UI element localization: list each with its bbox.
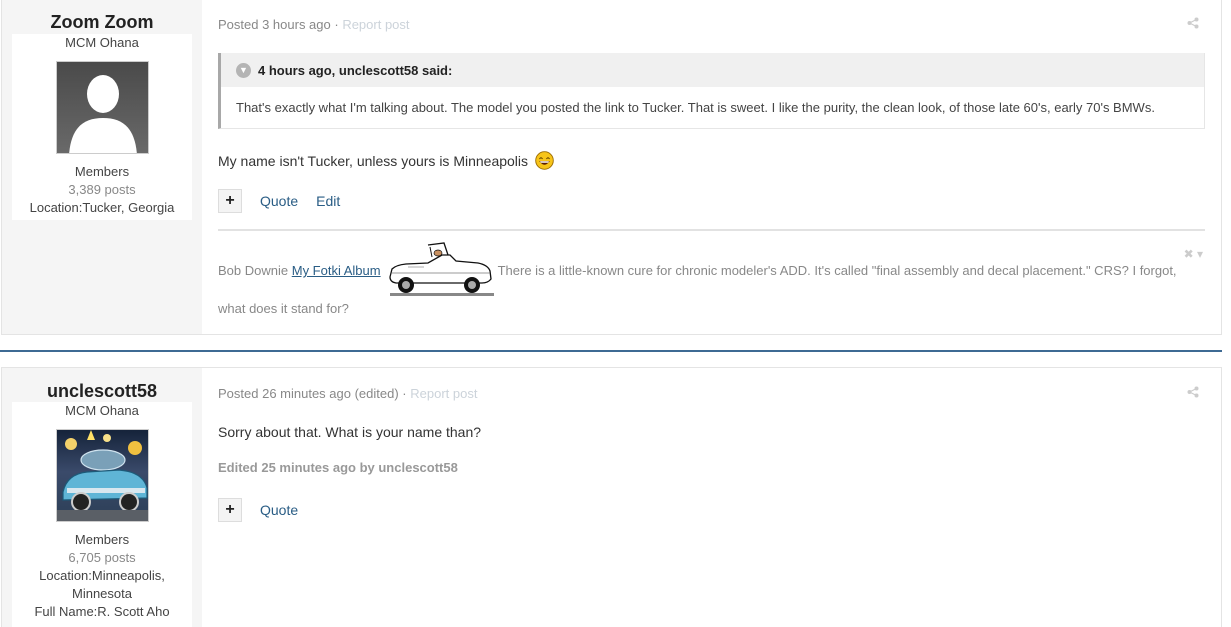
author-group-title: MCM Ohana [65, 35, 139, 50]
post-author-panel: Zoom Zoom MCM Ohana Members 3,389 posts … [2, 0, 202, 334]
post: unclescott58 MCM Ohana Members 6,705 pos… [1, 367, 1222, 627]
post-actions: + Quote [218, 498, 298, 522]
share-icon[interactable] [1187, 17, 1199, 29]
meta-separator: · [330, 17, 343, 32]
signature-text-line2: what does it stand for? [218, 301, 349, 316]
post-content: Posted 3 hours ago · Report post ▼ 4 hou… [218, 0, 1205, 334]
quote-button[interactable]: Quote [260, 502, 298, 518]
post-body: My name isn't Tucker, unless yours is Mi… [218, 151, 554, 170]
grinning-emoji-icon [535, 151, 554, 170]
edited-note: Edited 25 minutes ago by unclescott58 [218, 460, 458, 475]
author-meta: Members 6,705 posts Location:Minneapolis… [12, 531, 192, 621]
close-icon[interactable]: ✖ ▾ [1184, 247, 1203, 261]
author-location: Location:Minneapolis, [39, 568, 165, 583]
share-icon[interactable] [1187, 386, 1199, 398]
avatar-image-icon [56, 430, 148, 521]
author-location-line2: Minnesota [72, 586, 132, 601]
signature-link[interactable]: My Fotki Album [292, 263, 381, 278]
quote-citation: 4 hours ago, unclescott58 said: [258, 62, 453, 78]
author-info: MCM Ohana Members 6,705 posts Location:M… [12, 402, 192, 627]
quote-block: ▼ 4 hours ago, unclescott58 said: That's… [218, 53, 1205, 129]
author-rank: Members [74, 532, 130, 547]
post-body: Sorry about that. What is your name than… [218, 424, 482, 440]
edit-button[interactable]: Edit [316, 193, 340, 209]
author-meta: Members 3,389 posts Location:Tucker, Geo… [12, 163, 192, 217]
avatar[interactable] [55, 61, 149, 154]
quote-header[interactable]: ▼ 4 hours ago, unclescott58 said: [221, 53, 1204, 87]
author-post-count: 3,389 posts [68, 182, 136, 197]
report-post-link[interactable]: Report post [410, 386, 477, 401]
author-name[interactable]: unclescott58 [2, 381, 202, 402]
signature-name: Bob Downie [218, 263, 289, 278]
post-content: Posted 26 minutes ago (edited) · Report … [218, 368, 1205, 627]
quote-body: That's exactly what I'm talking about. T… [236, 100, 1155, 115]
author-full-name: Full Name:R. Scott Aho [34, 604, 170, 619]
author-location: Location:Tucker, Georgia [29, 200, 175, 215]
post-meta: Posted 3 hours ago · Report post [218, 17, 410, 32]
chevron-down-icon[interactable]: ▼ [236, 62, 251, 78]
author-group-title: MCM Ohana [65, 403, 139, 418]
post-author-panel: unclescott58 MCM Ohana Members 6,705 pos… [2, 368, 202, 627]
author-post-count: 6,705 posts [68, 550, 136, 565]
reputation-plus-button[interactable]: + [218, 189, 242, 213]
signature-divider [218, 229, 1205, 231]
post-separator [0, 350, 1222, 352]
post-date[interactable]: Posted 3 hours ago [218, 17, 331, 32]
quote-button[interactable]: Quote [260, 193, 298, 209]
signature-text: There is a little-known cure for chronic… [497, 263, 1177, 278]
post-meta: Posted 26 minutes ago (edited) · Report … [218, 386, 477, 401]
post-body-text: My name isn't Tucker, unless yours is Mi… [218, 153, 529, 169]
car-image [389, 241, 495, 296]
post-date[interactable]: Posted 26 minutes ago (edited) [218, 386, 399, 401]
avatar[interactable] [55, 429, 149, 522]
author-info: MCM Ohana Members 3,389 posts Location:T… [12, 34, 192, 220]
report-post-link[interactable]: Report post [342, 17, 409, 32]
author-name[interactable]: Zoom Zoom [2, 12, 202, 33]
default-avatar-icon [56, 62, 148, 153]
post: Zoom Zoom MCM Ohana Members 3,389 posts … [1, 0, 1222, 335]
signature: Bob Downie My Fotki Album There is a lit… [218, 241, 1185, 328]
reputation-plus-button[interactable]: + [218, 498, 242, 522]
author-rank: Members [74, 164, 130, 179]
post-actions: + Quote Edit [218, 189, 340, 213]
meta-separator: · [398, 386, 411, 401]
